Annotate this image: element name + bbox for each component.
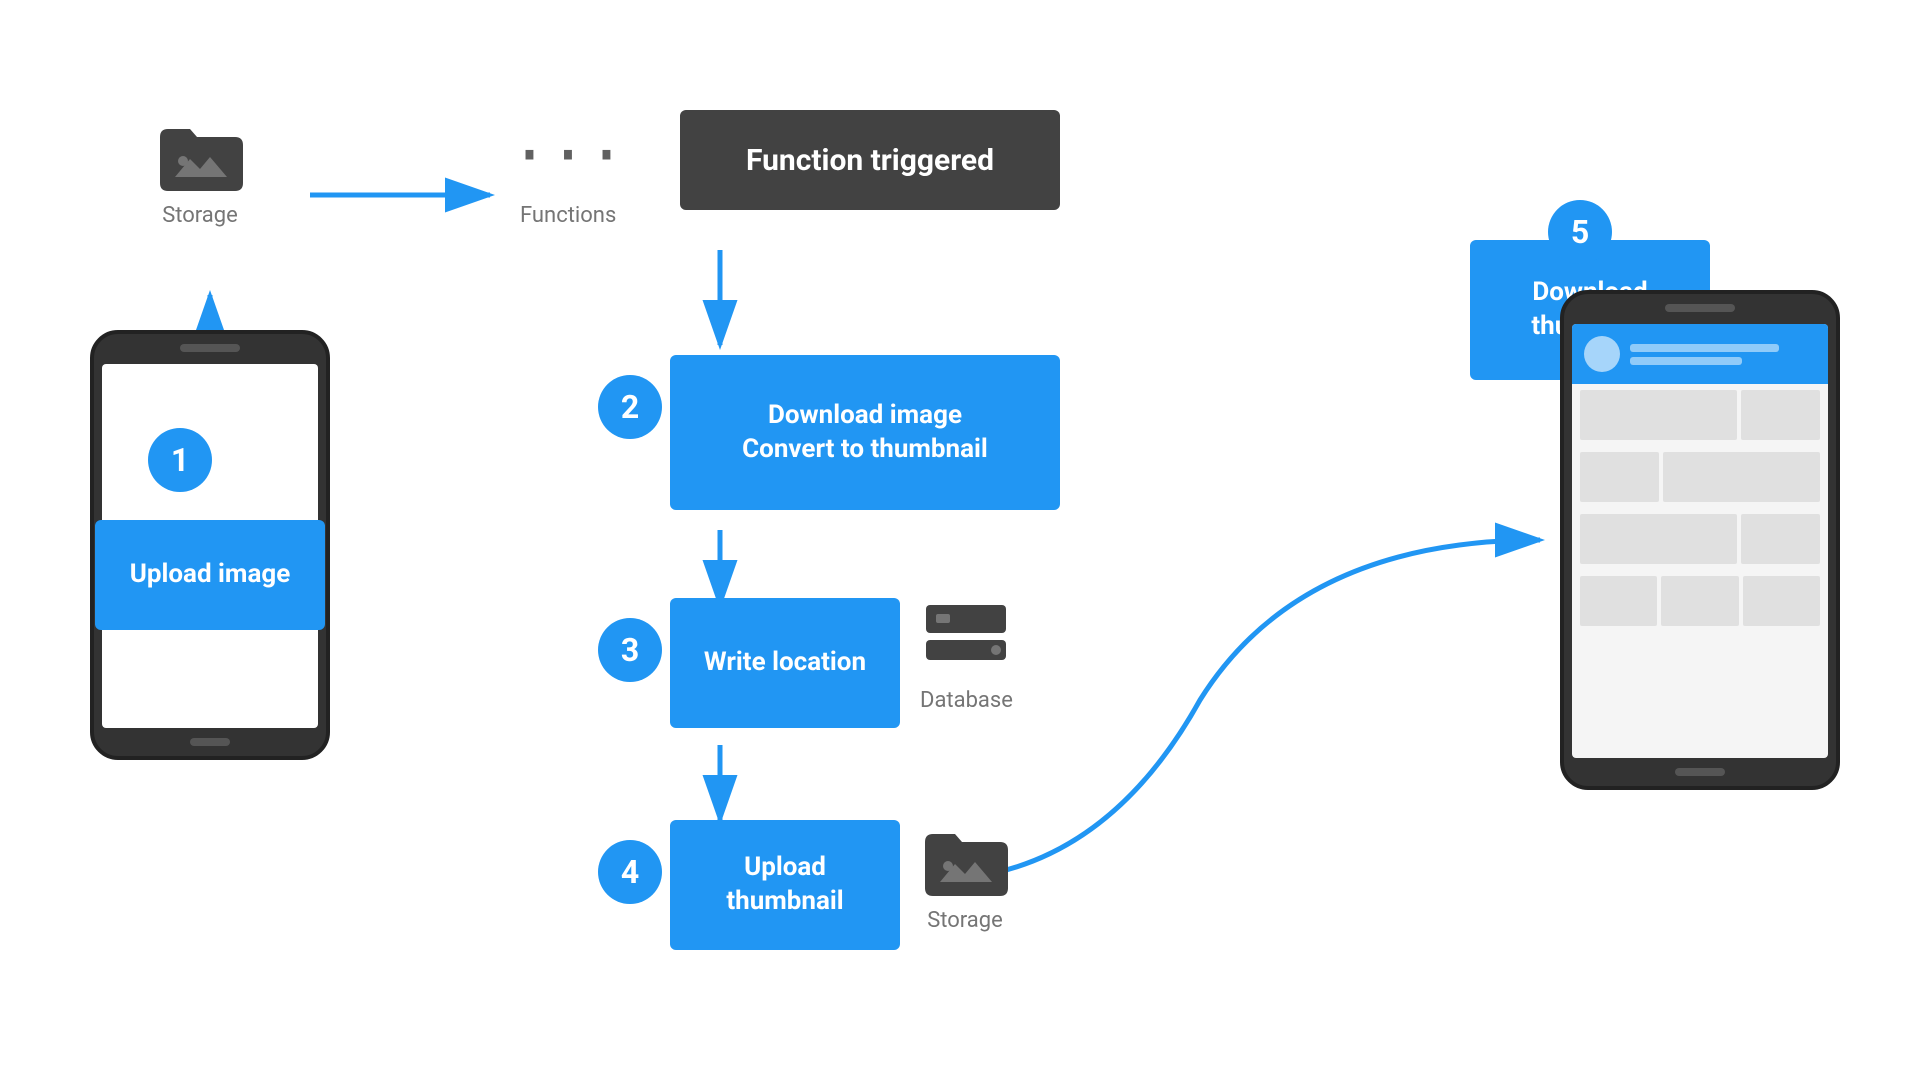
arrow-storage-to-phone-right [930,540,1540,880]
phone-screen-right [1572,324,1828,758]
storage-icon-left: Storage [155,115,245,228]
badge-4: 4 [598,840,662,904]
phone-notch-right [1665,304,1735,312]
badge-5: 5 [1548,200,1612,264]
functions-icon: {···} Functions [520,115,616,228]
badge-1: 1 [148,428,212,492]
functions-svg: {···} [523,115,613,195]
write-location-box: Write location [670,598,900,728]
app-cell-9 [1743,576,1820,626]
function-triggered-box: Function triggered [680,110,1060,210]
app-avatar [1584,336,1620,372]
app-cell-5 [1580,514,1737,564]
app-row-1 [1572,384,1828,446]
storage-icon-right: Storage [920,820,1010,933]
download-convert-box: Download imageConvert to thumbnail [670,355,1060,510]
app-cell-2 [1741,390,1820,440]
upload-thumbnail-box: Upload thumbnail [670,820,900,950]
badge-3: 3 [598,618,662,682]
app-row-2 [1572,446,1828,508]
storage-label-right: Storage [927,908,1003,933]
app-bar-1 [1630,344,1779,352]
database-svg [921,600,1011,680]
download-convert-label: Download imageConvert to thumbnail [742,399,988,467]
upload-image-box: Upload image [95,520,325,630]
database-icon: Database [920,600,1013,713]
app-cell-3 [1580,452,1659,502]
app-header-bars [1630,344,1816,365]
phone-right [1560,290,1840,790]
app-header [1572,324,1828,384]
folder-svg-left [155,115,245,195]
app-bar-2 [1630,357,1742,365]
app-cell-4 [1663,452,1820,502]
app-mockup [1572,324,1828,758]
phone-home-left [190,738,230,746]
app-cell-8 [1661,576,1738,626]
storage-label-left: Storage [162,203,238,228]
badge-2: 2 [598,375,662,439]
app-cell-6 [1741,514,1820,564]
app-cell-7 [1580,576,1657,626]
folder-svg-right [920,820,1010,900]
database-label: Database [920,688,1013,713]
phone-notch-left [180,344,240,352]
app-cell-1 [1580,390,1737,440]
app-row-4 [1572,570,1828,632]
diagram-container: 1 Upload image Storage {···} Functions F… [0,0,1920,1080]
functions-label: Functions [520,203,616,228]
app-row-3 [1572,508,1828,570]
phone-home-right [1675,768,1725,776]
svg-text:{···}: {···} [523,119,613,193]
